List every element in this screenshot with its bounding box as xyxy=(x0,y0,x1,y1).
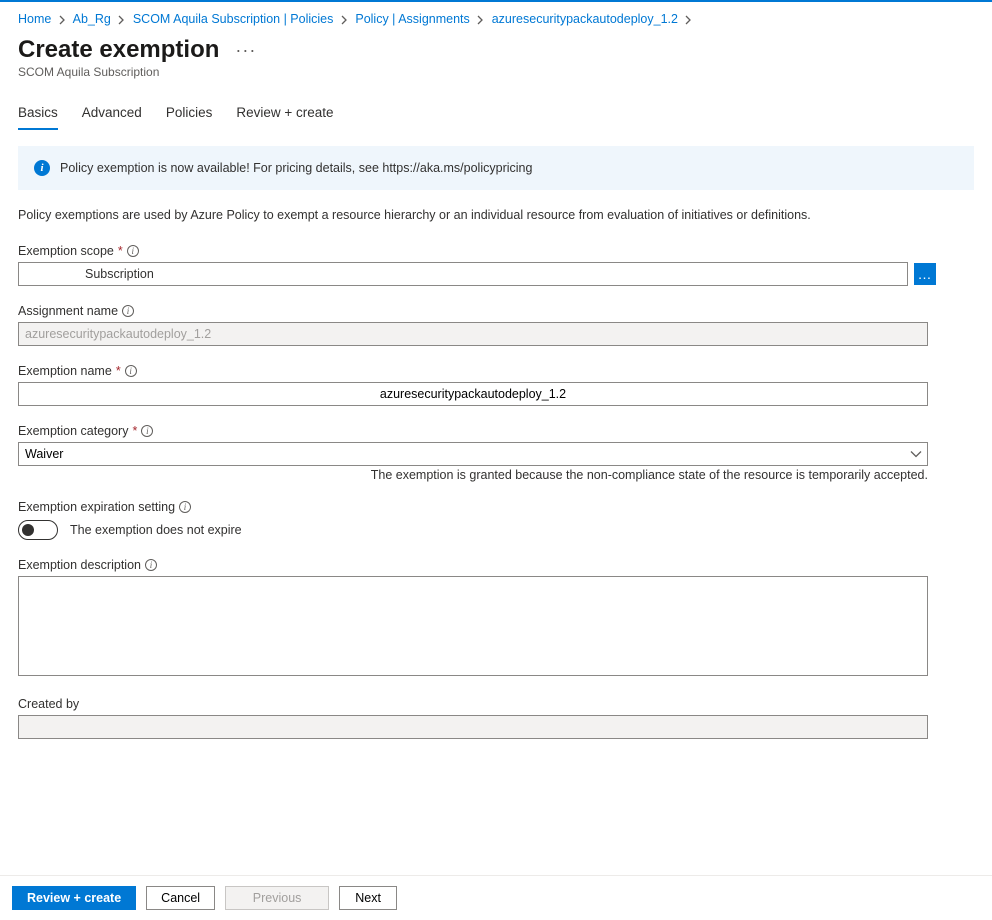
info-icon[interactable]: i xyxy=(145,559,157,571)
chevron-right-icon xyxy=(59,12,66,26)
info-icon[interactable]: i xyxy=(179,501,191,513)
chevron-right-icon xyxy=(341,12,348,26)
expiration-label: Exemption expiration setting xyxy=(18,500,175,514)
tab-bar: Basics Advanced Policies Review + create xyxy=(0,97,992,130)
info-icon[interactable]: i xyxy=(127,245,139,257)
info-icon[interactable]: i xyxy=(122,305,134,317)
exemption-category-label: Exemption category xyxy=(18,424,128,438)
scope-label: Exemption scope xyxy=(18,244,114,258)
footer-action-bar: Review + create Cancel Previous Next xyxy=(0,875,992,920)
expiration-toggle-text: The exemption does not expire xyxy=(70,523,242,537)
breadcrumb-home[interactable]: Home xyxy=(18,12,51,26)
tab-basics[interactable]: Basics xyxy=(18,97,58,130)
tab-advanced[interactable]: Advanced xyxy=(82,97,142,130)
created-by-input xyxy=(18,715,928,739)
cancel-button[interactable]: Cancel xyxy=(146,886,215,910)
exemption-name-label: Exemption name xyxy=(18,364,112,378)
intro-text: Policy exemptions are used by Azure Poli… xyxy=(18,208,974,222)
chevron-right-icon xyxy=(685,12,692,26)
info-icon[interactable]: i xyxy=(141,425,153,437)
created-by-label: Created by xyxy=(18,697,79,711)
exemption-category-helper: The exemption is granted because the non… xyxy=(18,468,928,482)
breadcrumb-bar: Home Ab_Rg SCOM Aquila Subscription | Po… xyxy=(0,2,992,32)
next-button[interactable]: Next xyxy=(339,886,397,910)
assignment-name-input xyxy=(18,322,928,346)
breadcrumb-policy-assignments[interactable]: Policy | Assignments xyxy=(355,12,469,26)
breadcrumb-assignment[interactable]: azuresecuritypackautodeploy_1.2 xyxy=(492,12,678,26)
info-message-text: Policy exemption is now available! For p… xyxy=(60,161,532,175)
scope-value: Subscription xyxy=(85,267,154,281)
breadcrumb-resource-group[interactable]: Ab_Rg xyxy=(73,12,111,26)
more-actions-button[interactable]: ··· xyxy=(235,41,256,59)
chevron-right-icon xyxy=(477,12,484,26)
required-asterisk: * xyxy=(116,364,121,378)
exemption-name-input[interactable] xyxy=(18,382,928,406)
tab-review-create[interactable]: Review + create xyxy=(236,97,333,130)
previous-button: Previous xyxy=(225,886,329,910)
info-icon[interactable]: i xyxy=(125,365,137,377)
required-asterisk: * xyxy=(118,244,123,258)
review-create-button[interactable]: Review + create xyxy=(12,886,136,910)
description-label: Exemption description xyxy=(18,558,141,572)
page-title: Create exemption xyxy=(18,36,219,64)
tab-policies[interactable]: Policies xyxy=(166,97,213,130)
required-asterisk: * xyxy=(132,424,137,438)
scope-input[interactable]: Subscription xyxy=(18,262,908,286)
exemption-category-select[interactable]: Waiver xyxy=(18,442,928,466)
scope-picker-button[interactable]: … xyxy=(914,263,936,285)
ellipsis-icon: … xyxy=(918,266,933,282)
info-message-bar: i Policy exemption is now available! For… xyxy=(18,146,974,190)
page-subtitle: SCOM Aquila Subscription xyxy=(0,64,992,97)
breadcrumb-subscription-policies[interactable]: SCOM Aquila Subscription | Policies xyxy=(133,12,334,26)
assignment-name-label: Assignment name xyxy=(18,304,118,318)
toggle-knob xyxy=(22,524,34,536)
info-icon: i xyxy=(34,160,50,176)
description-textarea[interactable] xyxy=(18,576,928,676)
chevron-right-icon xyxy=(118,12,125,26)
expiration-toggle[interactable] xyxy=(18,520,58,540)
